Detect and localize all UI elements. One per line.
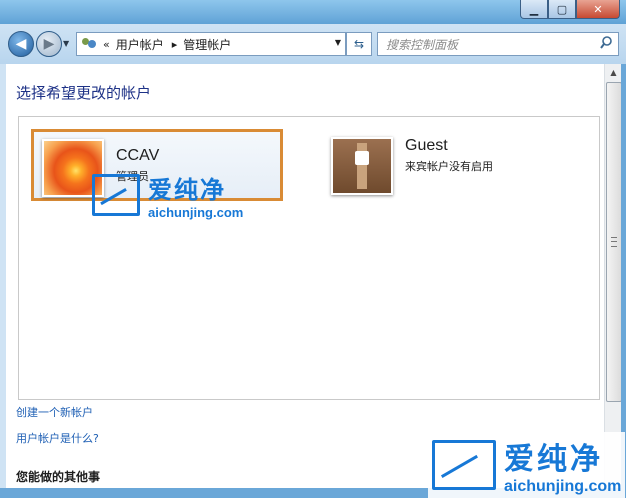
watermark-text-cn: 爱纯净 bbox=[504, 442, 603, 477]
account-tile-guest[interactable]: Guest 来宾帐户没有启用 bbox=[331, 137, 493, 195]
search-icon[interactable] bbox=[600, 36, 612, 50]
watermark-text-en: aichunjing.com bbox=[148, 205, 244, 220]
watermark-corner: 爱纯净 aichunjing.com bbox=[428, 432, 626, 498]
watermark-logo-icon bbox=[432, 440, 496, 490]
recent-pages-dropdown-icon[interactable]: ▼ bbox=[63, 39, 69, 48]
account-name: Guest bbox=[405, 137, 448, 154]
breadcrumb-separator-icon[interactable]: ▸ bbox=[172, 38, 178, 51]
window-frame-right bbox=[621, 64, 626, 488]
vertical-scrollbar[interactable]: ▲ bbox=[604, 64, 622, 488]
guest-suitcase-icon bbox=[331, 137, 393, 195]
address-overflow-icon[interactable]: « bbox=[103, 38, 110, 51]
window-titlebar: ▁ ▢ ✕ bbox=[0, 0, 626, 24]
scroll-up-icon[interactable]: ▲ bbox=[605, 64, 622, 81]
page-title: 选择希望更改的帐户 bbox=[16, 84, 152, 102]
search-input[interactable]: 搜索控制面板 bbox=[377, 32, 619, 56]
address-bar[interactable]: « 用户帐户 ▸ 管理帐户 ▼ bbox=[76, 32, 346, 56]
minimize-button[interactable]: ▁ bbox=[520, 0, 548, 19]
user-accounts-icon bbox=[81, 36, 99, 52]
scroll-thumb[interactable] bbox=[606, 82, 622, 402]
address-dropdown-icon[interactable]: ▼ bbox=[335, 38, 341, 47]
breadcrumb-user-accounts[interactable]: 用户帐户 bbox=[116, 36, 164, 53]
navigation-toolbar: ◀ ▶ ▼ « 用户帐户 ▸ 管理帐户 ▼ ⇆ 搜索控制面板 bbox=[0, 24, 626, 64]
forward-button[interactable]: ▶ bbox=[36, 31, 62, 57]
watermark-logo-icon bbox=[92, 174, 140, 216]
back-button[interactable]: ◀ bbox=[8, 31, 34, 57]
maximize-button[interactable]: ▢ bbox=[548, 0, 576, 19]
watermark-text-cn: 爱纯净 bbox=[148, 176, 226, 204]
watermark-overlay: 爱纯净 aichunjing.com bbox=[92, 170, 243, 220]
accounts-panel: CCAV 管理员 Guest 来宾帐户没有启用 bbox=[18, 116, 600, 400]
account-role: 来宾帐户没有启用 bbox=[405, 160, 493, 173]
window-controls: ▁ ▢ ✕ bbox=[520, 0, 620, 19]
account-name: CCAV bbox=[116, 147, 160, 164]
main-content: 选择希望更改的帐户 CCAV 管理员 Guest 来宾帐户没有启用 创建一个新帐… bbox=[0, 64, 604, 488]
create-account-link[interactable]: 创建一个新帐户 bbox=[16, 404, 99, 420]
scroll-grip-icon bbox=[611, 237, 617, 247]
refresh-button[interactable]: ⇆ bbox=[346, 32, 372, 56]
what-is-user-account-link[interactable]: 用户帐户是什么? bbox=[16, 430, 99, 446]
watermark-text-en: aichunjing.com bbox=[504, 478, 622, 495]
other-tasks-heading: 您能做的其他事 bbox=[16, 470, 101, 484]
breadcrumb-manage-accounts[interactable]: 管理帐户 bbox=[183, 36, 231, 53]
task-links: 创建一个新帐户 用户帐户是什么? bbox=[16, 404, 99, 456]
close-button[interactable]: ✕ bbox=[576, 0, 620, 19]
search-placeholder: 搜索控制面板 bbox=[386, 37, 459, 52]
